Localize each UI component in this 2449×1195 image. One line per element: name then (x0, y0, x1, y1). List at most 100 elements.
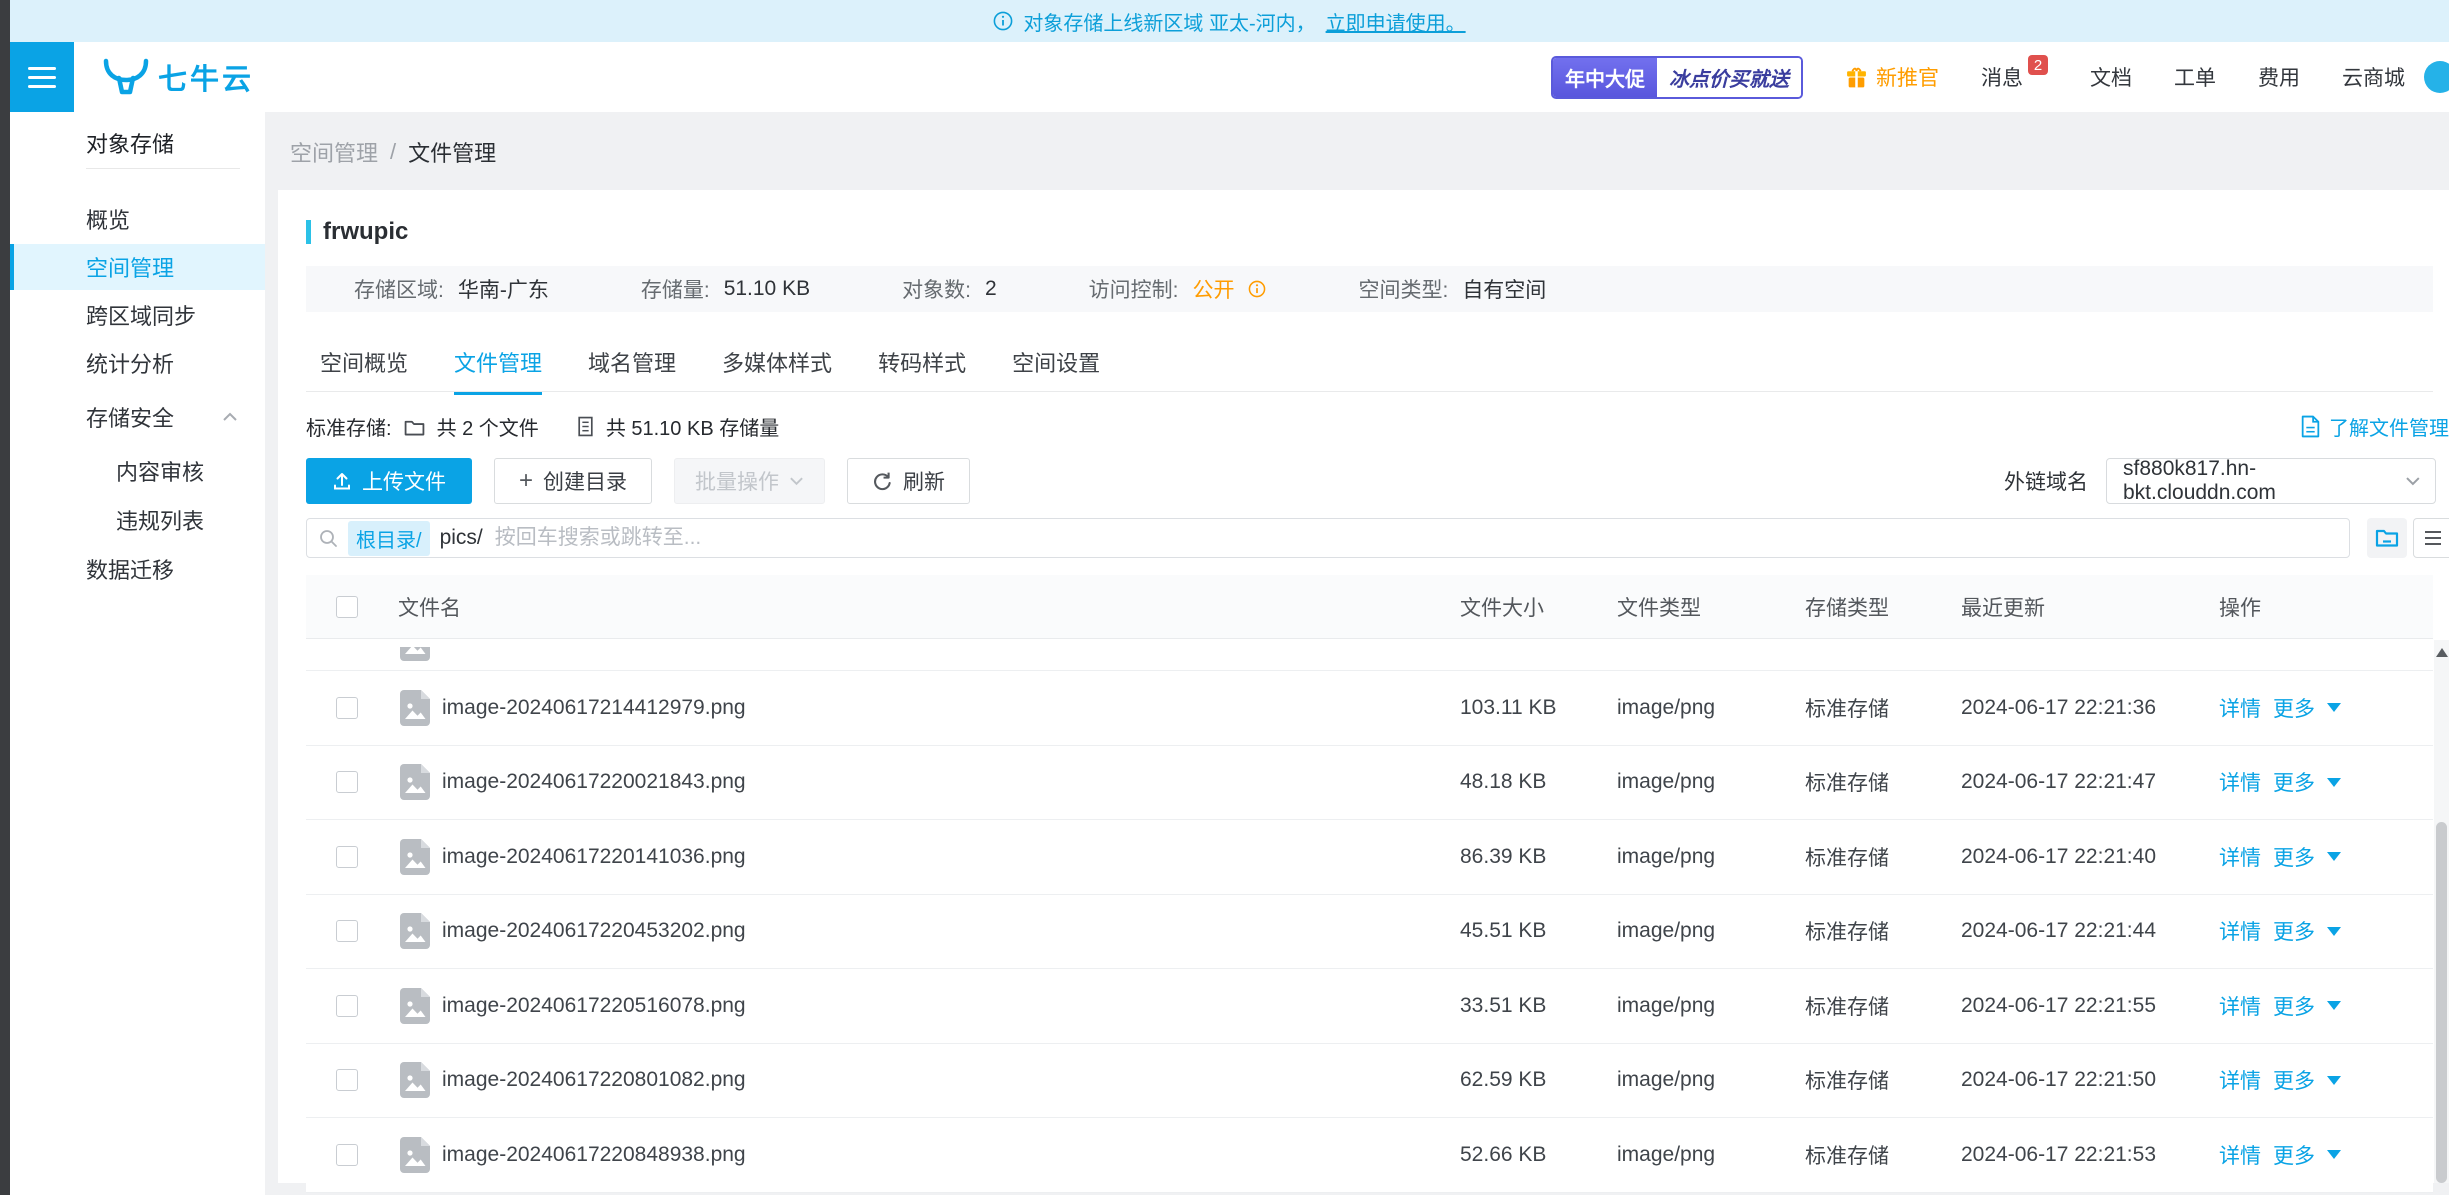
more-link[interactable]: 更多 (2273, 916, 2315, 946)
row-checkbox[interactable] (336, 920, 358, 942)
storage-type: 标准存储 (1805, 1065, 1961, 1095)
tab-domain-management[interactable]: 域名管理 (588, 346, 676, 392)
last-updated: 2024-06-17 22:21:53 (1961, 1143, 2219, 1167)
more-link[interactable]: 更多 (2273, 842, 2315, 872)
domain-select[interactable]: sf880k817.hn-bkt.clouddn.com (2106, 458, 2436, 504)
logo-text: 七牛云 (158, 56, 254, 98)
nav-item-marketplace[interactable]: 云商城 (2342, 62, 2405, 92)
last-updated: 2024-06-17 22:21:44 (1961, 919, 2219, 943)
sidebar-item-storage-security[interactable]: 存储安全 (10, 394, 265, 440)
breadcrumb-separator: / (390, 139, 396, 165)
qiniu-logo[interactable]: 七牛云 (102, 42, 254, 112)
banner-apply-link[interactable]: 立即申请使用。 (1326, 7, 1466, 36)
sidebar: 对象存储 概览 空间管理 跨区域同步 统计分析 存储安全 内容审核 违规列表 数… (10, 112, 266, 1195)
top-navbar: 七牛云 年中大促 冰点价买就送 新推官 消息 2 文档 工单 (10, 42, 2449, 113)
caret-down-icon[interactable] (2327, 703, 2341, 712)
file-size: 86.39 KB (1460, 845, 1617, 869)
tab-transcode-styles[interactable]: 转码样式 (878, 346, 966, 392)
upload-file-button[interactable]: 上传文件 (306, 458, 472, 504)
file-type: image/png (1617, 845, 1805, 869)
window-edge-strip (0, 0, 10, 1195)
header-file-size: 文件大小 (1460, 592, 1617, 622)
list-view-button[interactable] (2413, 518, 2449, 558)
promo-banner[interactable]: 年中大促 冰点价买就送 (1551, 56, 1803, 99)
qiniu-logo-icon (102, 57, 150, 97)
sidebar-item-overview[interactable]: 概览 (10, 196, 265, 242)
chevron-down-icon (2405, 476, 2421, 486)
row-checkbox[interactable] (336, 846, 358, 868)
detail-link[interactable]: 详情 (2219, 991, 2261, 1021)
file-management-help-link[interactable]: 了解文件管理 (2300, 412, 2449, 441)
summary-file-count: 共 2 个文件 (437, 412, 539, 441)
create-directory-button[interactable]: + 创建目录 (494, 458, 652, 504)
stat-bucket-type: 空间类型: 自有空间 (1358, 274, 1546, 304)
caret-down-icon[interactable] (2327, 1150, 2341, 1159)
root-directory-tag[interactable]: 根目录/ (348, 521, 430, 556)
batch-operation-button[interactable]: 批量操作 (674, 458, 825, 504)
more-link[interactable]: 更多 (2273, 991, 2315, 1021)
row-checkbox[interactable] (336, 697, 358, 719)
nav-item-docs[interactable]: 文档 (2090, 62, 2132, 92)
detail-link[interactable]: 详情 (2219, 767, 2261, 797)
tab-bucket-settings[interactable]: 空间设置 (1012, 346, 1100, 392)
search-input[interactable] (493, 525, 2337, 551)
table-body: image-20240617214412979.png 103.11 KB im… (306, 639, 2433, 1193)
file-size: 48.18 KB (1460, 770, 1617, 794)
file-size: 103.11 KB (1460, 696, 1617, 720)
table-row: image-20240617220801082.png 62.59 KB ima… (306, 1044, 2433, 1119)
tab-bucket-overview[interactable]: 空间概览 (320, 346, 408, 392)
menu-icon (28, 67, 56, 70)
tab-file-management[interactable]: 文件管理 (454, 346, 542, 395)
caret-down-icon[interactable] (2327, 778, 2341, 787)
nav-item-billing[interactable]: 费用 (2258, 62, 2300, 92)
detail-link[interactable]: 详情 (2219, 693, 2261, 723)
detail-link[interactable]: 详情 (2219, 842, 2261, 872)
refresh-button[interactable]: 刷新 (847, 458, 970, 504)
scrollbar-thumb[interactable] (2436, 822, 2447, 1183)
row-checkbox[interactable] (336, 771, 358, 793)
detail-link[interactable]: 详情 (2219, 1065, 2261, 1095)
info-circle-icon[interactable] (1248, 280, 1266, 298)
file-type: image/png (1617, 1143, 1805, 1167)
caret-down-icon[interactable] (2327, 1001, 2341, 1010)
hamburger-menu-button[interactable] (10, 42, 74, 112)
caret-down-icon[interactable] (2327, 927, 2341, 936)
more-link[interactable]: 更多 (2273, 767, 2315, 797)
avatar[interactable] (2424, 61, 2449, 93)
row-checkbox[interactable] (336, 995, 358, 1017)
sidebar-item-bucket-management[interactable]: 空间管理 (10, 244, 265, 290)
sidebar-divider (86, 168, 240, 169)
file-type: image/png (1617, 696, 1805, 720)
chevron-up-icon (222, 412, 238, 422)
storage-type: 标准存储 (1805, 991, 1961, 1021)
more-link[interactable]: 更多 (2273, 1140, 2315, 1170)
header-storage-type: 存储类型 (1805, 592, 1961, 622)
nav-item-messages[interactable]: 消息 2 (1981, 62, 2048, 92)
file-name: image-20240617220021843.png (442, 770, 746, 794)
row-checkbox[interactable] (336, 1144, 358, 1166)
file-search-bar[interactable]: 根目录/ pics/ (306, 518, 2350, 558)
header-actions: 操作 (2219, 592, 2433, 622)
sidebar-item-cross-region-sync[interactable]: 跨区域同步 (10, 292, 265, 338)
more-link[interactable]: 更多 (2273, 693, 2315, 723)
caret-down-icon[interactable] (2327, 1076, 2341, 1085)
detail-link[interactable]: 详情 (2219, 1140, 2261, 1170)
select-all-checkbox[interactable] (336, 596, 358, 618)
table-row: image-20240617214412979.png 103.11 KB im… (306, 671, 2433, 746)
nav-item-referral[interactable]: 新推官 (1845, 62, 1939, 92)
sidebar-item-content-review[interactable]: 内容审核 (10, 448, 265, 494)
detail-link[interactable]: 详情 (2219, 916, 2261, 946)
sidebar-item-statistics[interactable]: 统计分析 (10, 340, 265, 386)
caret-down-icon[interactable] (2327, 852, 2341, 861)
sidebar-item-violation-list[interactable]: 违规列表 (10, 497, 265, 543)
nav-item-tickets[interactable]: 工单 (2174, 62, 2216, 92)
tab-multimedia-styles[interactable]: 多媒体样式 (722, 346, 832, 392)
breadcrumb-parent[interactable]: 空间管理 (290, 136, 378, 168)
more-link[interactable]: 更多 (2273, 1065, 2315, 1095)
table-scrollbar[interactable] (2434, 640, 2449, 1183)
image-file-icon (398, 911, 432, 951)
row-checkbox[interactable] (336, 1069, 358, 1091)
sidebar-item-data-migration[interactable]: 数据迁移 (10, 546, 265, 592)
scroll-up-icon[interactable] (2436, 648, 2448, 657)
folder-view-button[interactable] (2367, 518, 2407, 558)
